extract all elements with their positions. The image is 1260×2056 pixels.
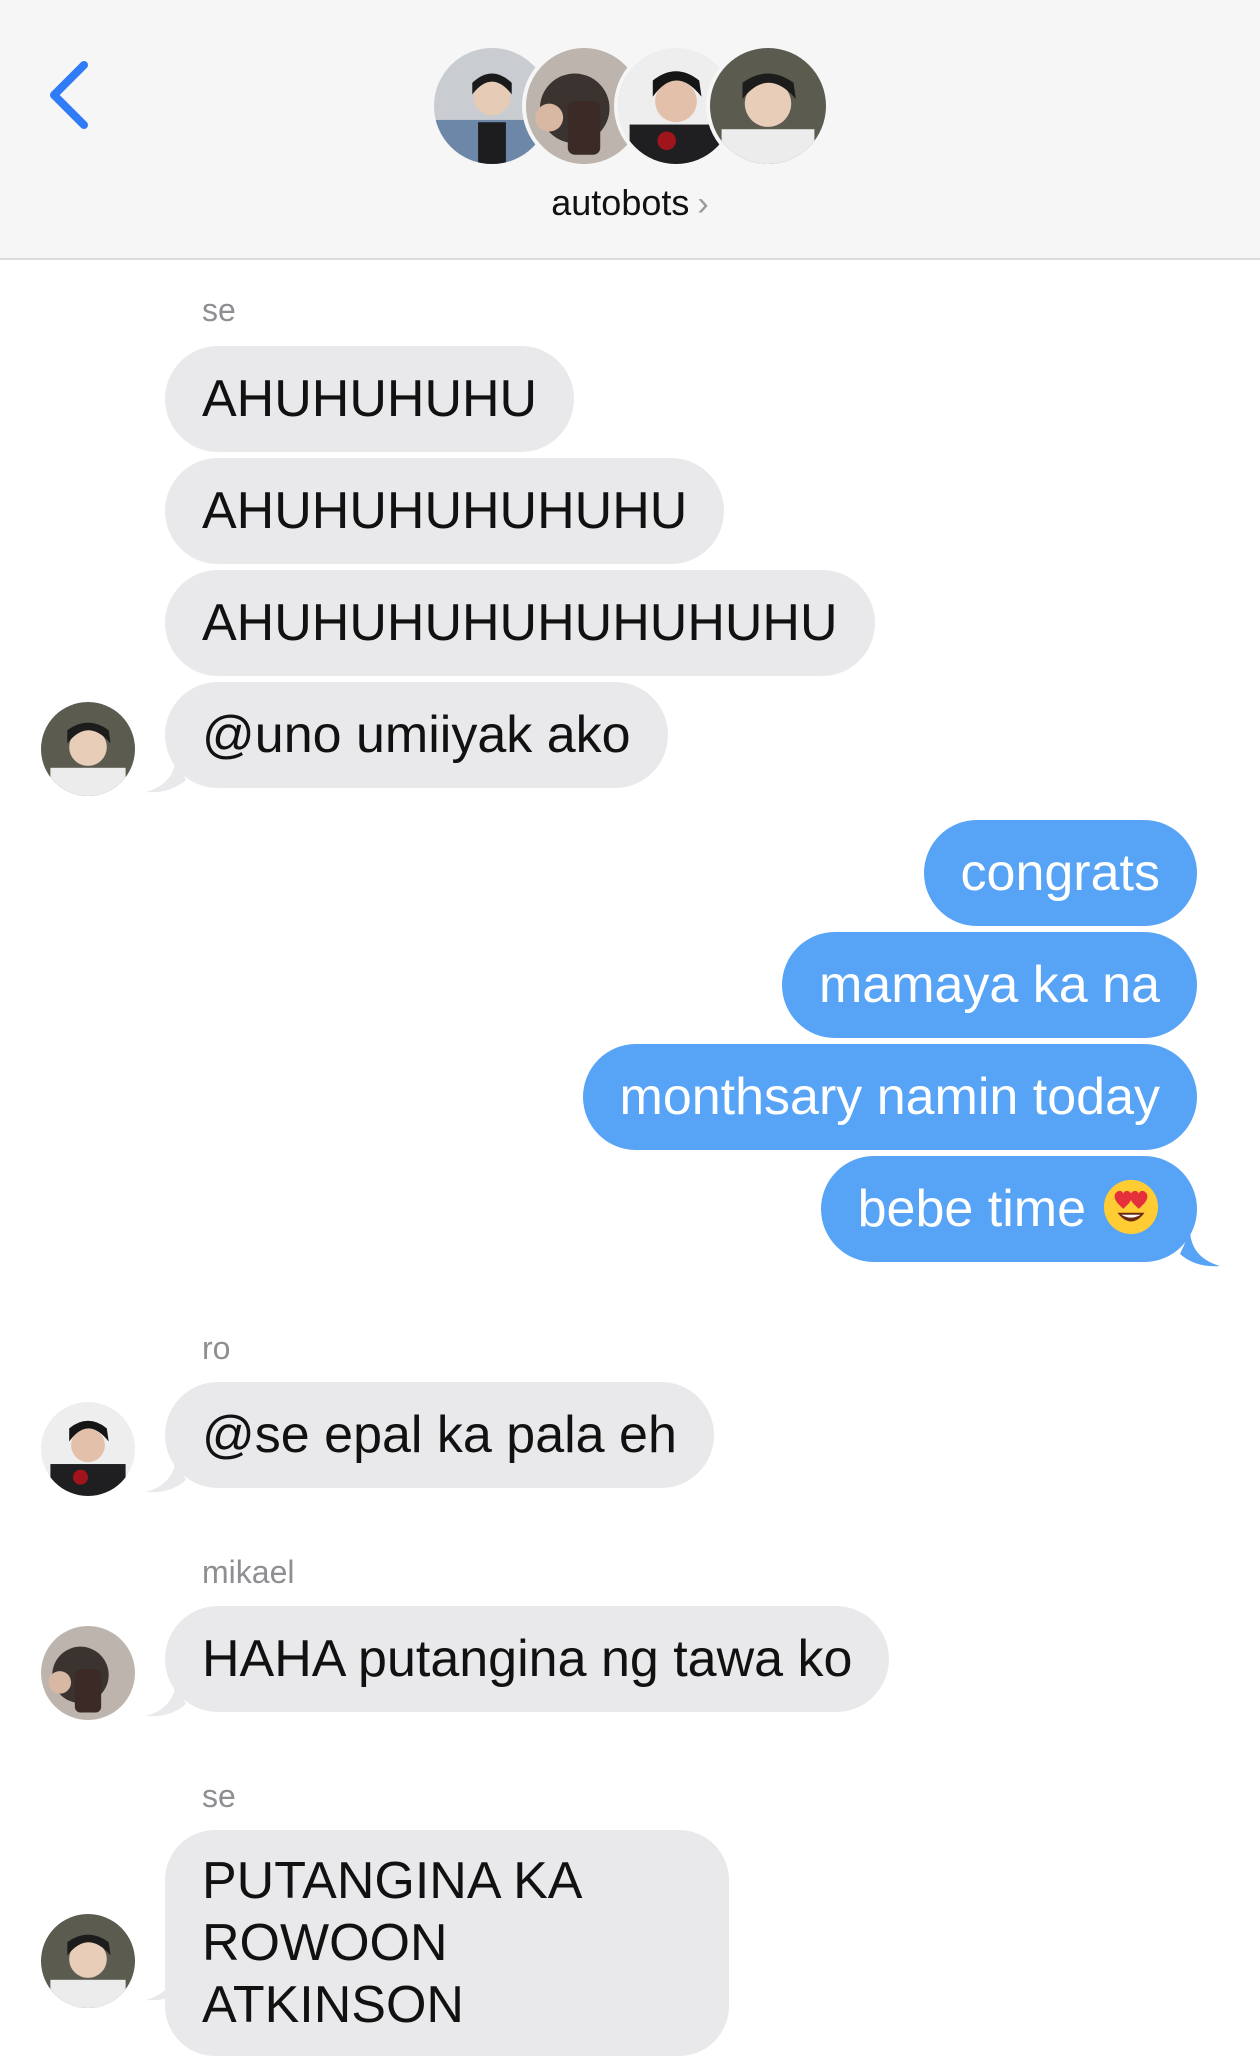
message-bubble[interactable]: AHUHUHUHU [165,346,575,452]
message-text: AHUHUHUHUHUHUHUHU [202,594,838,652]
message-bubble[interactable]: HAHA putangina ng tawa ko [165,1606,890,1712]
sender-name: se [202,292,236,328]
message-text: bebe time [857,1180,1086,1238]
bubble-tail [146,758,186,793]
message-text: monthsary namin today [619,1068,1161,1126]
message-text: PUTANGINA KA ROWOON ATKINSON [202,1852,580,2034]
heart-eyes-emoji-icon [1103,1180,1159,1235]
bubble-tail [146,1966,186,2001]
avatar-mikael[interactable] [41,1626,135,1720]
message-text: @se epal ka pala eh [202,1406,677,1464]
message-text: @uno umiiyak ako [202,706,631,764]
message-text: AHUHUHUHUHUHU [202,482,688,540]
chat-header: autobots › [0,0,1260,260]
bubble-tail [1180,1232,1220,1267]
message-bubble[interactable]: PUTANGINA KA ROWOON ATKINSON [165,1830,729,2056]
avatar-se[interactable] [41,1914,135,2008]
chevron-right-icon: › [697,185,709,223]
message-bubble[interactable]: mamaya ka na [781,932,1197,1038]
message-bubble[interactable]: @uno umiiyak ako [165,682,668,788]
avatar-se[interactable] [41,702,135,796]
message-bubble[interactable]: bebe time [820,1156,1197,1262]
message-text: AHUHUHUHU [202,370,538,428]
group-member-avatar [706,44,830,168]
sender-name: mikael [202,1554,295,1590]
group-name[interactable]: autobots › [0,182,1260,224]
message-bubble[interactable]: congrats [923,820,1197,926]
avatar-ro[interactable] [41,1402,135,1496]
message-bubble[interactable]: monthsary namin today [582,1044,1197,1150]
message-text: HAHA putangina ng tawa ko [202,1630,853,1688]
bubble-tail [146,1458,186,1493]
back-button[interactable] [40,55,100,135]
message-bubble[interactable]: AHUHUHUHUHUHUHUHU [165,570,875,676]
chevron-left-icon [50,61,88,129]
message-text: congrats [960,844,1160,902]
bubble-tail [146,1682,186,1717]
message-text: mamaya ka na [818,956,1160,1014]
group-name-label: autobots [551,182,690,223]
sender-name: ro [202,1330,231,1366]
message-bubble[interactable]: AHUHUHUHUHUHU [165,458,725,564]
group-avatars[interactable] [430,44,830,174]
message-bubble[interactable]: @se epal ka pala eh [165,1382,714,1488]
sender-name: se [202,1778,236,1814]
